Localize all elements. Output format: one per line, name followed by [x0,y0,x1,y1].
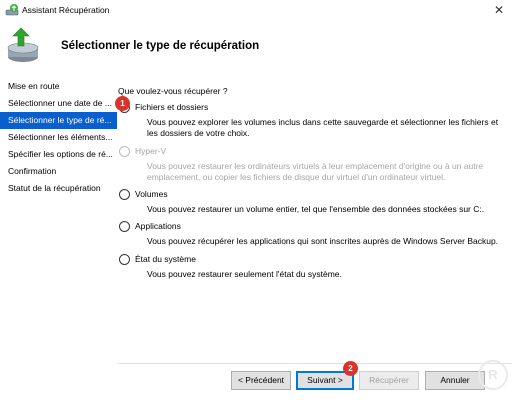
volumes-radio[interactable] [119,189,130,200]
nav-step-select-date[interactable]: Sélectionner une date de ... [0,95,117,112]
files-folders-description: Vous pouvez explorer les volumes inclus … [147,117,499,138]
volumes-label[interactable]: Volumes [135,189,168,200]
server-recovery-icon [7,27,39,62]
annotation-badge-1: 1 [115,96,130,111]
backup-app-icon [5,4,19,16]
recover-button: Récupérer [359,371,419,390]
watermark-logo: R [478,360,508,390]
volumes-description: Vous pouvez restaurer un volume entier, … [147,204,485,214]
nav-step-recovery-status: Statut de la récupération [8,183,101,193]
wizard-steps-nav: Mise en route Sélectionner une date de .… [0,78,117,197]
system-state-radio[interactable] [119,254,130,265]
hyper-v-radio [119,146,130,157]
system-state-description: Vous pouvez restaurer seulement l'état d… [147,269,342,279]
close-icon[interactable]: ✕ [492,2,506,18]
applications-label[interactable]: Applications [135,221,181,232]
cancel-button[interactable]: Annuler [425,371,485,390]
system-state-label[interactable]: État du système [135,254,196,265]
window-title: Assistant Récupération [22,5,110,15]
annotation-badge-2: 2 [343,361,358,376]
nav-step-select-items: Sélectionner les éléments... [8,132,113,142]
applications-description: Vous pouvez récupérer les applications q… [147,236,499,246]
hyper-v-description: Vous pouvez restaurer les ordinateurs vi… [147,161,484,182]
hyper-v-label: Hyper-V [135,146,167,156]
nav-step-select-recovery-type[interactable]: Sélectionner le type de ré... [0,112,117,129]
title-bar: Assistant Récupération ✕ [0,0,512,22]
recovery-question: Que voulez-vous récupérer ? [118,86,228,96]
recovery-type-panel: Que voulez-vous récupérer ? Fichiers et … [118,78,508,363]
wizard-header: Sélectionner le type de récupération [0,22,512,72]
page-title: Sélectionner le type de récupération [61,40,260,52]
nav-step-confirmation: Confirmation [8,166,57,176]
files-folders-label[interactable]: Fichiers et dossiers [135,102,208,113]
nav-step-getting-started[interactable]: Mise en route [0,78,117,95]
nav-step-recovery-options: Spécifier les options de ré... [8,149,113,159]
footer-divider [117,363,512,364]
applications-radio[interactable] [119,221,130,232]
previous-button[interactable]: < Précédent [231,371,291,390]
